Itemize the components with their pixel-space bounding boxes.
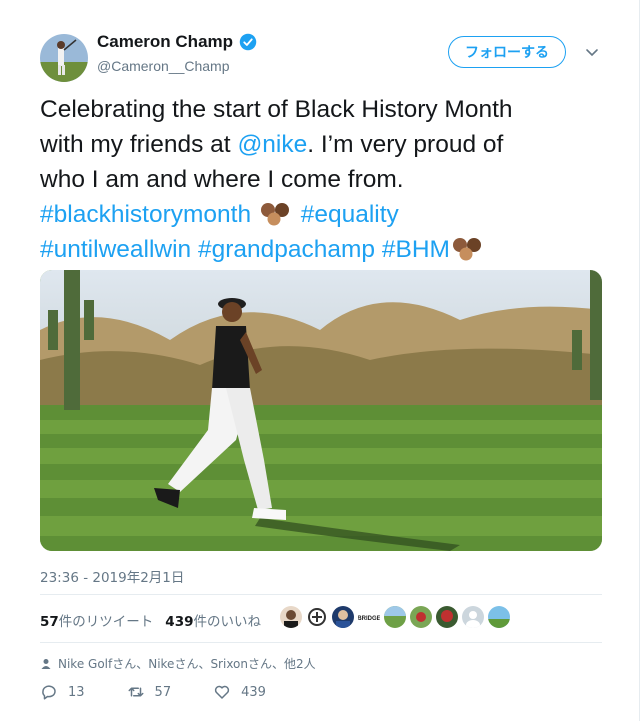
liker-avatar[interactable]	[384, 606, 406, 628]
follow-button[interactable]: フォローする	[448, 36, 566, 68]
reply-button[interactable]: 13	[40, 683, 85, 701]
raised-fist-emoji-icon	[452, 238, 481, 261]
user-name[interactable]: Cameron Champ	[97, 32, 233, 52]
reply-icon	[42, 685, 56, 700]
liker-avatar[interactable]	[436, 606, 458, 628]
user-handle[interactable]: @Cameron__Champ	[97, 58, 230, 74]
retweet-count-label: 件のリツイート	[58, 614, 154, 630]
like-count-label: 件のいいね	[193, 614, 261, 630]
liker-avatar[interactable]	[306, 606, 328, 628]
social-context-text: Nike Golfさん、Nikeさん、Srixonさん、他2人	[58, 657, 316, 671]
tweet-line: who I am and where I come from.	[40, 166, 404, 193]
retweet-count-value: 57	[40, 614, 59, 630]
liker-avatar[interactable]	[462, 606, 484, 628]
tweet-actions: 13 57 439	[40, 683, 266, 701]
like-action-count: 439	[241, 684, 266, 700]
tweet-card: Cameron Champ @Cameron__Champ フォローする Cel…	[0, 0, 640, 721]
tweet-text: Celebrating the start of Black History M…	[40, 92, 610, 267]
like-button[interactable]: 439	[213, 683, 266, 701]
hashtag-link[interactable]: #equality	[301, 201, 399, 228]
liker-avatar[interactable]	[280, 606, 302, 628]
hashtag-link[interactable]: #BHM	[382, 236, 450, 263]
tweet-timestamp[interactable]: 23:36 - 2019年2月1日	[40, 566, 184, 586]
svg-text:BRIDGE: BRIDGE	[358, 616, 380, 622]
verified-badge-icon	[239, 33, 257, 51]
raised-fist-emoji-icon	[260, 203, 289, 226]
divider	[40, 642, 602, 643]
liker-avatar[interactable]: BRIDGE	[358, 606, 380, 628]
user-name-row[interactable]: Cameron Champ	[97, 32, 257, 52]
person-icon	[41, 658, 51, 669]
tweet-text-segment: with my friends at	[40, 131, 238, 158]
chevron-down-icon[interactable]	[584, 44, 600, 60]
retweet-action-count: 57	[154, 684, 172, 700]
likers-avatars: BRIDGE	[280, 606, 510, 628]
tweet-line: #blackhistorymonth #equality	[40, 197, 610, 232]
hashtag-link[interactable]: #grandpachamp	[198, 236, 375, 263]
tweet-line: #untilweallwin #grandpachamp #BHM	[40, 232, 610, 267]
like-count[interactable]: 439件のいいね	[165, 610, 261, 630]
hashtag-link[interactable]: #blackhistorymonth	[40, 201, 251, 228]
tweet-stats: 57件のリツイート 439件のいいね	[40, 610, 261, 630]
mention-link[interactable]: @nike	[237, 131, 307, 158]
retweet-icon	[128, 687, 144, 697]
liker-avatar[interactable]	[332, 606, 354, 628]
hashtag-link[interactable]: #untilweallwin	[40, 236, 191, 263]
tweet-line: with my friends at @nike. I’m very proud…	[40, 127, 610, 162]
heart-icon	[214, 685, 230, 699]
tweet-photo[interactable]	[40, 270, 602, 551]
tweet-text-segment: . I’m very proud of	[307, 131, 504, 158]
retweet-button[interactable]: 57	[127, 683, 172, 701]
reply-count: 13	[68, 684, 85, 700]
retweet-count[interactable]: 57件のリツイート	[40, 610, 153, 630]
liker-avatar[interactable]	[410, 606, 432, 628]
like-count-value: 439	[165, 614, 194, 630]
social-context[interactable]: Nike Golfさん、Nikeさん、Srixonさん、他2人	[40, 655, 316, 672]
divider	[40, 594, 602, 595]
tweet-line: Celebrating the start of Black History M…	[40, 96, 513, 123]
liker-avatar[interactable]	[488, 606, 510, 628]
avatar[interactable]	[40, 34, 88, 82]
